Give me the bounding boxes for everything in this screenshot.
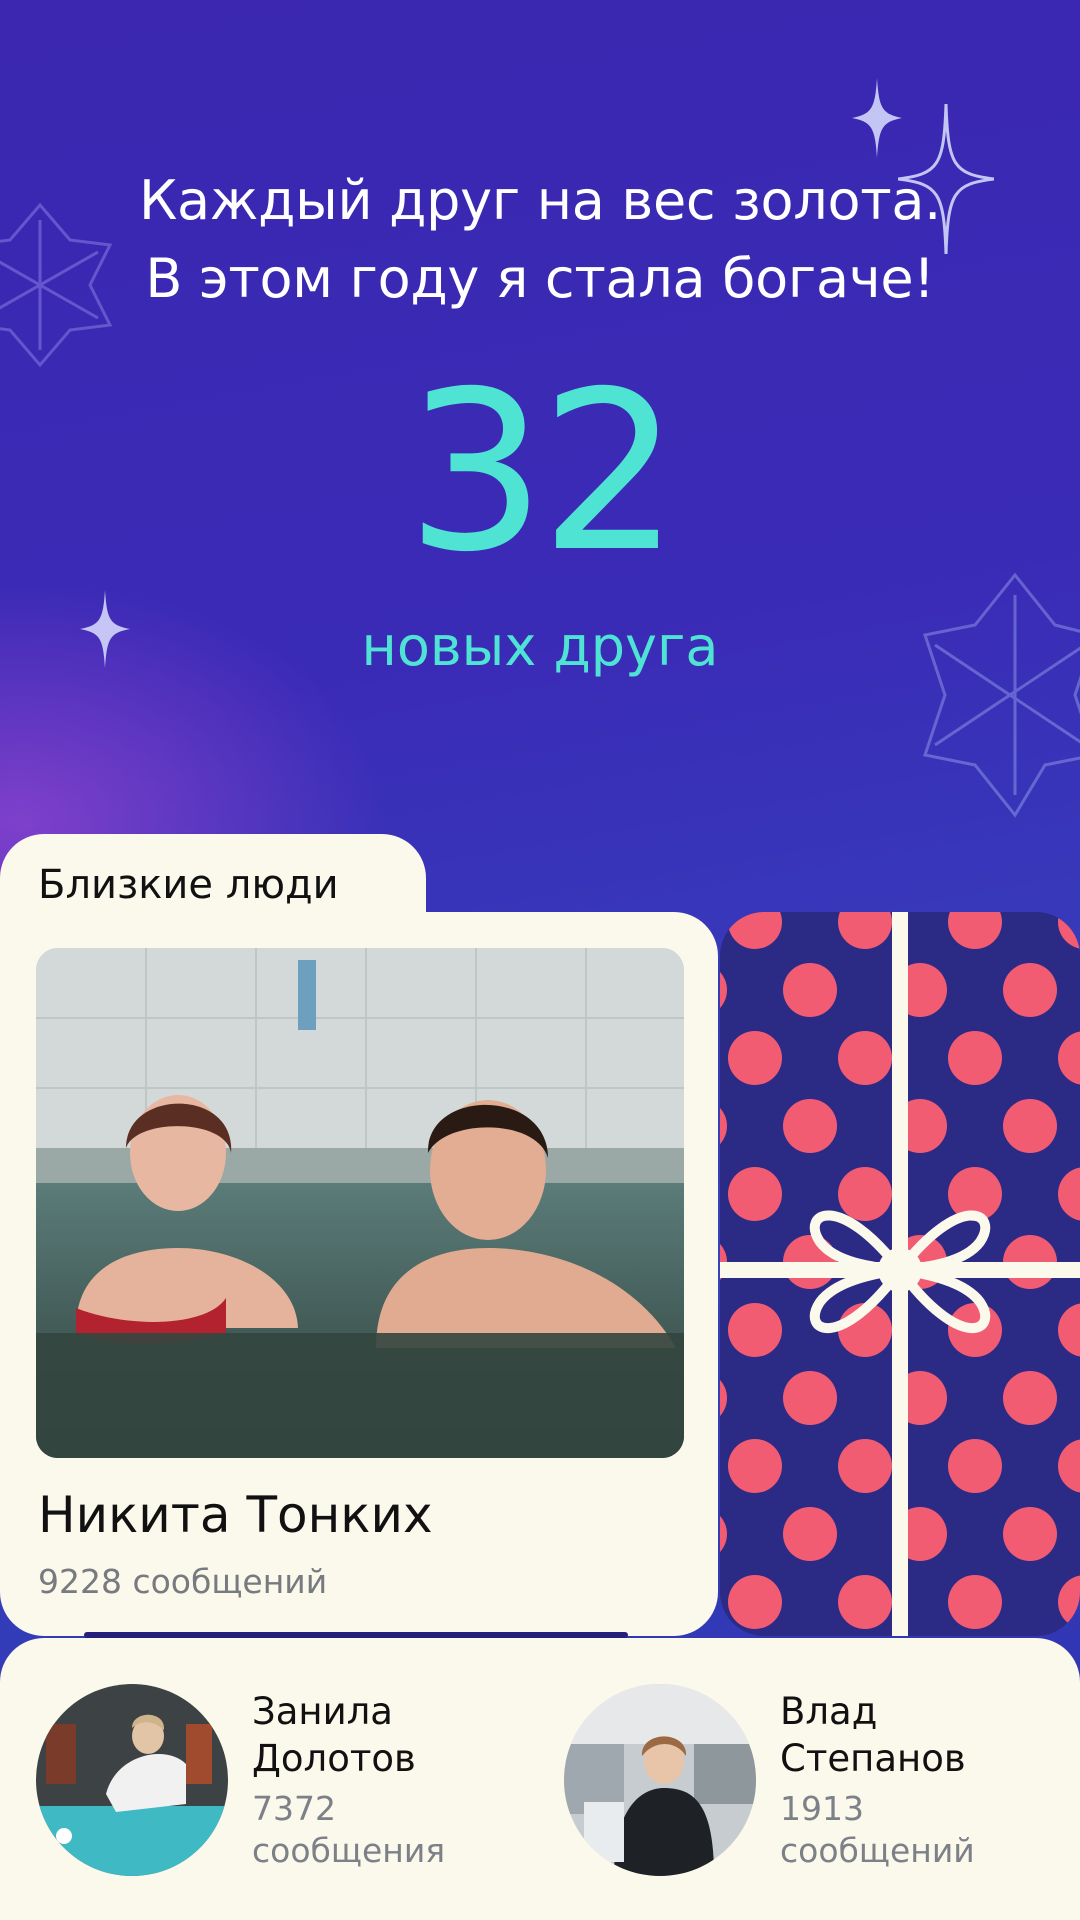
gift-dot	[948, 1031, 1002, 1085]
gift-dot	[1058, 1167, 1080, 1221]
friend-3-message-unit: сообщений	[780, 1831, 975, 1870]
gift-dot	[838, 1439, 892, 1493]
gift-dot	[728, 1167, 782, 1221]
top-friend-messages: 9228 сообщений	[38, 1562, 328, 1601]
snowflake-icon	[923, 572, 1080, 818]
gift-dot	[948, 1575, 1002, 1629]
gift-dot	[783, 963, 837, 1017]
headline-line-1: Каждый друг на вес золота.	[138, 169, 942, 232]
gift-dot	[720, 1107, 727, 1145]
gift-dot	[838, 912, 892, 949]
gift-dot	[720, 1379, 727, 1417]
gift-dot	[728, 1031, 782, 1085]
gift-dot	[1003, 1371, 1057, 1425]
avatar[interactable]	[564, 1684, 756, 1876]
gift-dot	[728, 1439, 782, 1493]
gift-dot	[1003, 963, 1057, 1017]
gift-dot	[728, 1303, 782, 1357]
gift-dot	[728, 1575, 782, 1629]
avatar[interactable]	[36, 1684, 228, 1876]
gift-icon	[720, 912, 1080, 1636]
sparkle-icon	[852, 78, 902, 158]
gift-dot	[1003, 1099, 1057, 1153]
friend-3-first-name: Влад	[780, 1690, 878, 1733]
headline: Каждый друг на вес золота. В этом году я…	[0, 162, 1080, 318]
gift-dot	[1003, 1507, 1057, 1561]
gift-dot	[720, 1515, 727, 1553]
gift-dot	[1058, 1303, 1080, 1357]
close-people-title: Близкие люди	[38, 862, 339, 908]
new-friends-count: 32	[406, 344, 680, 600]
gift-dot	[783, 1099, 837, 1153]
gift-dot	[948, 1439, 1002, 1493]
friend-2-last-name: Долотов	[252, 1737, 416, 1780]
new-friends-label: новых друга	[361, 615, 719, 678]
avatar-image	[564, 1684, 756, 1876]
gift-pattern	[720, 912, 1080, 1636]
gift-dot	[1058, 1439, 1080, 1493]
pool-photo-illustration	[36, 948, 684, 1458]
friend-2-message-count: 7372	[252, 1789, 336, 1828]
gift-dot	[783, 1371, 837, 1425]
gift-dot	[1058, 1031, 1080, 1085]
friend-3-message-count: 1913	[780, 1789, 864, 1828]
gift-dot	[783, 1507, 837, 1561]
gift-dot	[838, 1167, 892, 1221]
gift-dot	[720, 971, 727, 1009]
top-friend-name: Никита Тонких	[38, 1486, 433, 1544]
avatar-image	[36, 1684, 228, 1876]
friend-3-last-name: Степанов	[780, 1737, 966, 1780]
friend-photo[interactable]	[36, 948, 684, 1458]
gift-dot	[948, 912, 1002, 949]
friend-2-first-name: Занила	[252, 1690, 393, 1733]
gift-dot	[838, 1031, 892, 1085]
headline-line-2: В этом году я стала богаче!	[145, 247, 935, 310]
gift-dot	[838, 1575, 892, 1629]
friend-2-message-unit: сообщения	[252, 1831, 446, 1870]
